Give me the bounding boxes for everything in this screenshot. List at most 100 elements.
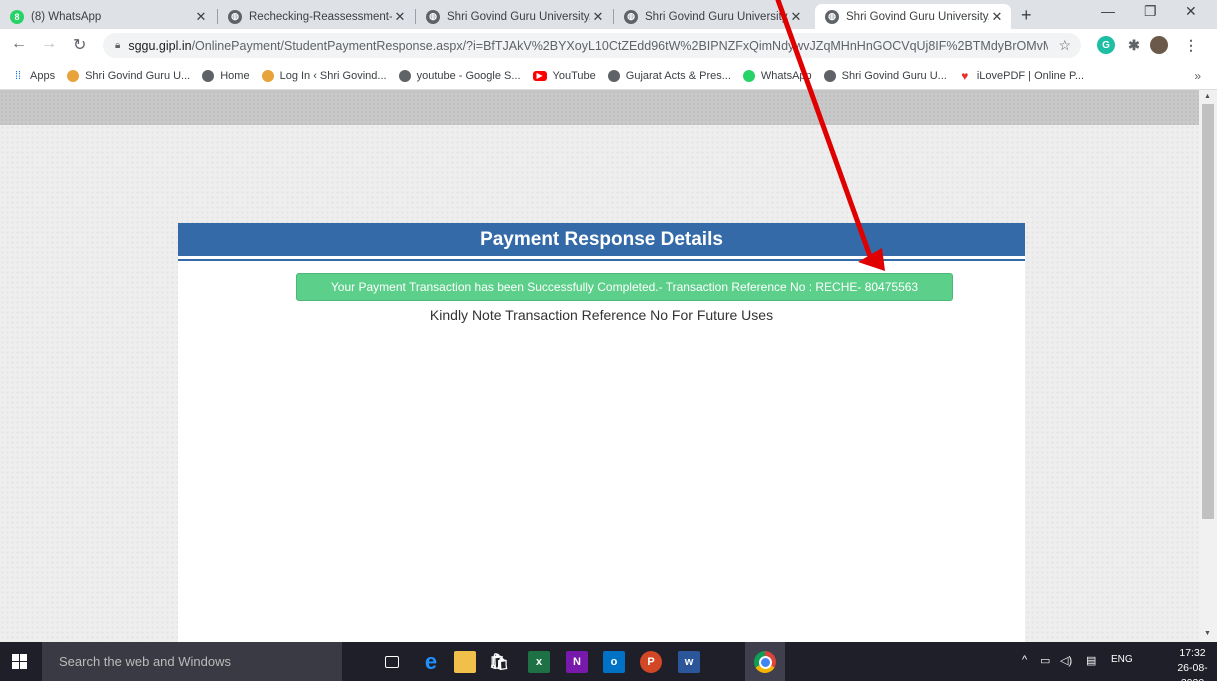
bookmark-label: Log In ‹ Shri Govind...	[279, 69, 387, 82]
scroll-down-arrow-icon[interactable]: ▼	[1204, 630, 1211, 637]
whatsapp-icon	[742, 69, 755, 82]
forward-arrow-icon[interactable]: →	[41, 35, 57, 53]
tab-title: Shri Govind Guru University, G	[645, 10, 788, 23]
bookmark-label: Shri Govind Guru U...	[85, 69, 191, 82]
page-scrollbar[interactable]: ▲ ▼	[1199, 90, 1217, 642]
excel-icon[interactable]: x	[528, 651, 550, 673]
profile-avatar[interactable]	[1150, 36, 1168, 54]
scroll-up-arrow-icon[interactable]: ▲	[1204, 93, 1211, 100]
panel-title: Payment Response Details	[178, 223, 1025, 256]
bookmark-label: iLovePDF | Online P...	[976, 69, 1085, 82]
outlook-icon[interactable]: o	[603, 651, 625, 673]
globe-icon	[202, 69, 215, 82]
close-icon[interactable]: ✕	[590, 9, 606, 25]
heart-icon: ♥	[961, 68, 969, 83]
chrome-icon	[754, 651, 776, 673]
tab-title: (8) WhatsApp	[31, 10, 102, 23]
bookmark-gujarat-acts[interactable]: Gujarat Acts & Pres...	[607, 69, 731, 82]
whatsapp-icon: 8	[10, 9, 24, 24]
bookmark-label: Home	[220, 69, 250, 82]
taskbar-search-box[interactable]: Search the web and Windows	[42, 642, 342, 681]
file-explorer-icon[interactable]	[454, 651, 476, 673]
minimize-icon[interactable]: —	[1101, 3, 1115, 19]
edge-browser-icon[interactable]: e	[420, 649, 442, 674]
globe-icon: ◍	[426, 9, 440, 24]
bookmark-login[interactable]: Log In ‹ Shri Govind...	[261, 69, 387, 82]
onenote-icon[interactable]: N	[566, 651, 588, 673]
bookmark-ilovepdf[interactable]: ♥ iLovePDF | Online P...	[959, 68, 1085, 83]
youtube-icon: ▶	[532, 70, 547, 81]
bookmarks-overflow-button[interactable]: »	[1194, 69, 1201, 83]
tab-whatsapp[interactable]: 8 (8) WhatsApp ✕	[0, 4, 215, 29]
scrollbar-thumb[interactable]	[1202, 104, 1214, 519]
bookmark-youtube[interactable]: ▶ YouTube	[532, 69, 596, 82]
tab-title: Shri Govind Guru University, G	[846, 10, 989, 23]
close-icon[interactable]: ✕	[989, 9, 1005, 25]
university-logo-icon	[261, 69, 274, 82]
volume-icon[interactable]: ◁)	[1060, 654, 1072, 667]
university-logo-icon	[67, 69, 80, 82]
chrome-taskbar-button[interactable]	[745, 642, 785, 681]
bookmark-label: YouTube	[552, 69, 596, 82]
language-indicator[interactable]: ENG	[1111, 654, 1133, 665]
address-bar[interactable]: 🔒︎ sggu.gipl.in /OnlinePayment/StudentPa…	[103, 33, 1081, 58]
powerpoint-icon[interactable]: P	[640, 651, 662, 673]
bookmark-label: Shri Govind Guru U...	[841, 69, 947, 82]
bookmark-apps[interactable]: ⁞⁞ Apps	[12, 70, 55, 82]
url-host: sggu.gipl.in	[128, 38, 192, 53]
tab-title: Shri Govind Guru University, G	[447, 10, 590, 23]
apps-icon: ⁞⁞	[14, 69, 22, 82]
reference-note: Kindly Note Transaction Reference No For…	[429, 307, 774, 323]
payment-response-panel: Payment Response Details Your Payment Tr…	[178, 223, 1025, 642]
bookmarks-bar: ⁞⁞ Apps Shri Govind Guru U... Home Log I…	[0, 62, 1217, 90]
tray-chevron-icon[interactable]: ^	[1022, 654, 1027, 666]
lock-icon: 🔒︎	[115, 40, 121, 51]
bookmark-sggu-2[interactable]: Shri Govind Guru U...	[823, 69, 947, 82]
bookmark-label: WhatsApp	[760, 69, 812, 82]
success-alert: Your Payment Transaction has been Succes…	[296, 273, 953, 301]
menu-kebab-icon[interactable]: ⋮	[1182, 36, 1200, 54]
bookmark-star-icon[interactable]: ☆	[1058, 37, 1071, 54]
new-tab-button[interactable]: +	[1021, 5, 1032, 26]
tab-sggu-2[interactable]: ◍ Shri Govind Guru University, G ✕	[614, 4, 810, 29]
bookmark-home[interactable]: Home	[202, 69, 250, 82]
reload-icon[interactable]: ↻	[73, 35, 86, 55]
close-icon[interactable]: ✕	[788, 9, 804, 25]
page-viewport: Payment Response Details Your Payment Tr…	[0, 90, 1199, 642]
close-icon[interactable]: ✕	[392, 9, 408, 25]
globe-icon: ◍	[825, 9, 839, 24]
windows-taskbar: Search the web and Windows e 🛍︎ x N o P …	[0, 642, 1217, 689]
taskbar-clock[interactable]: 17:32 26-08-2020	[1168, 646, 1217, 691]
browser-toolbar: ← → ↻ 🔒︎ sggu.gipl.in /OnlinePayment/Stu…	[0, 29, 1217, 62]
bookmark-youtube-search[interactable]: youtube - Google S...	[398, 69, 521, 82]
word-icon[interactable]: w	[678, 651, 700, 673]
url-path: /OnlinePayment/StudentPaymentResponse.as…	[191, 38, 1049, 53]
extensions-puzzle-icon[interactable]: ✱	[1125, 36, 1143, 54]
divider	[178, 259, 1025, 261]
clock-date: 26-08-2020	[1177, 662, 1208, 689]
bookmark-whatsapp[interactable]: WhatsApp	[742, 69, 812, 82]
back-arrow-icon[interactable]: ←	[11, 35, 27, 53]
bookmark-label: Gujarat Acts & Pres...	[625, 69, 731, 82]
globe-icon	[607, 69, 620, 82]
windows-start-icon[interactable]	[12, 654, 28, 670]
store-icon[interactable]: 🛍︎	[488, 651, 510, 673]
bookmark-sggu[interactable]: Shri Govind Guru U...	[67, 69, 191, 82]
restore-icon[interactable]: ❐	[1144, 3, 1157, 20]
grammarly-extension-icon[interactable]: G	[1097, 36, 1115, 54]
bookmark-label: Apps	[30, 69, 56, 82]
globe-icon	[398, 69, 411, 82]
network-icon[interactable]: ▭	[1040, 654, 1050, 667]
tab-sggu-1[interactable]: ◍ Shri Govind Guru University, G ✕	[416, 4, 612, 29]
bookmark-label: youtube - Google S...	[416, 69, 521, 82]
close-icon[interactable]: ✕	[193, 9, 209, 25]
globe-icon	[823, 69, 836, 82]
globe-icon: ◍	[228, 9, 242, 24]
tab-sggu-active[interactable]: ◍ Shri Govind Guru University, G ✕	[815, 4, 1011, 29]
task-view-icon[interactable]	[385, 656, 399, 668]
clock-time: 17:32	[1179, 647, 1206, 659]
window-close-icon[interactable]: ✕	[1185, 3, 1197, 20]
tab-title: Rechecking-Reassessment-Onl	[249, 10, 392, 23]
notification-icon[interactable]: ▤	[1086, 654, 1096, 667]
tab-rechecking[interactable]: ◍ Rechecking-Reassessment-Onl ✕	[218, 4, 414, 29]
